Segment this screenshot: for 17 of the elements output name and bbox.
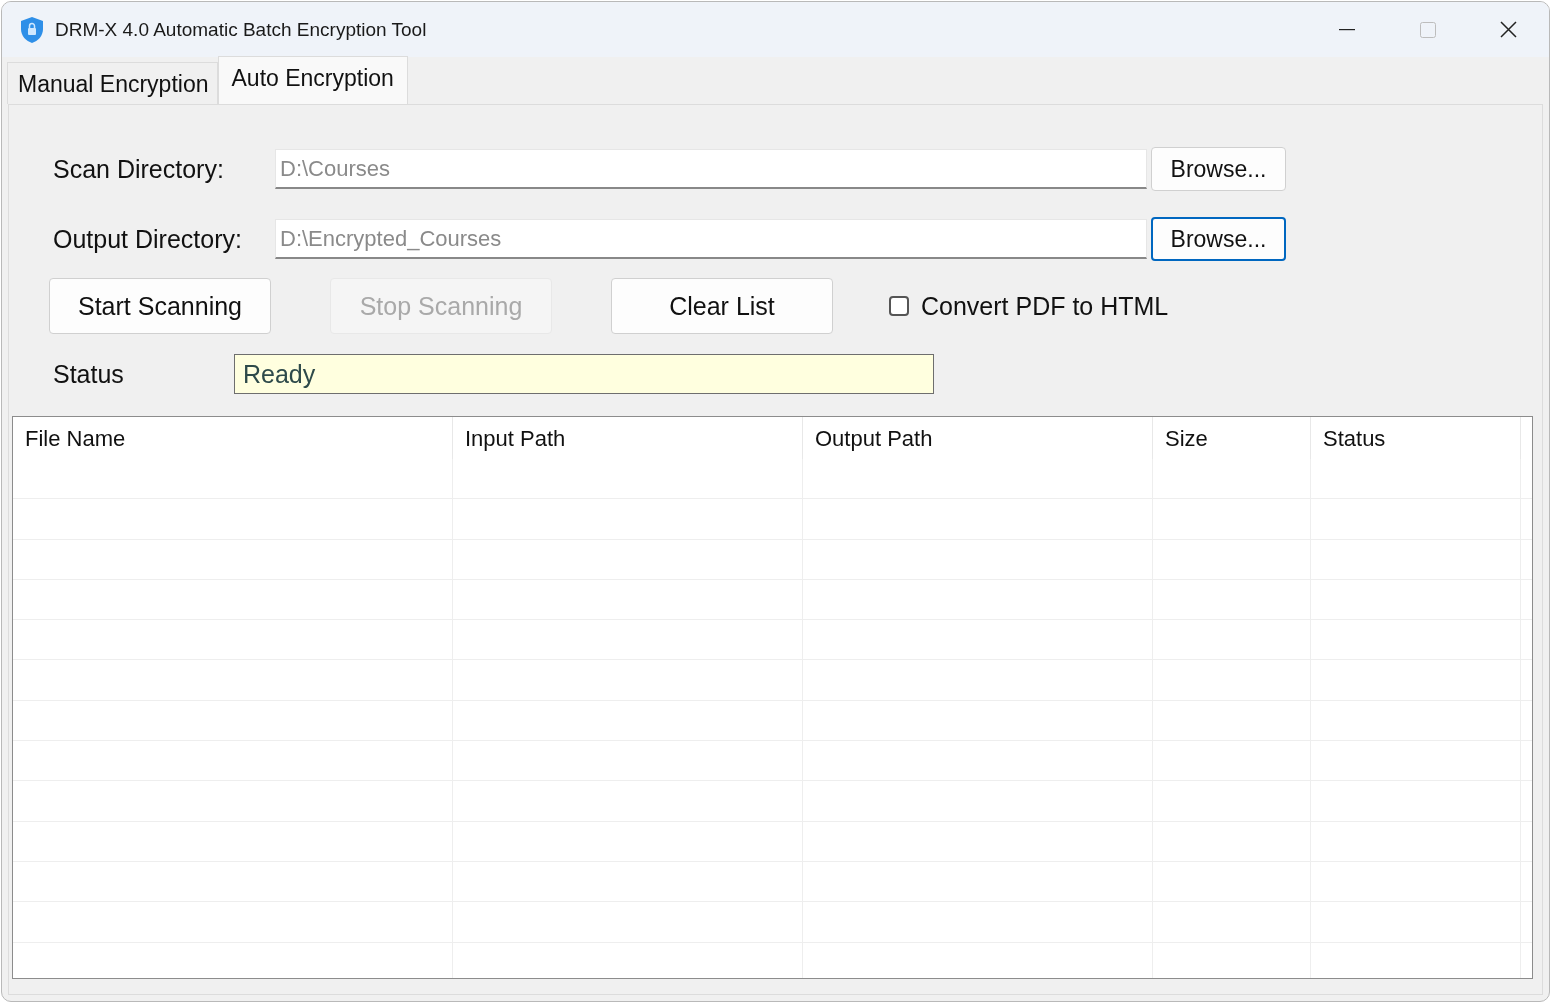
checkbox-label[interactable]: Convert PDF to HTML (921, 291, 1169, 321)
shield-icon (19, 15, 45, 44)
checkbox[interactable] (889, 296, 909, 316)
action-button[interactable]: Clear List (611, 278, 833, 334)
close-icon[interactable] (1500, 21, 1517, 38)
minimize-icon[interactable] (1338, 28, 1355, 31)
tab[interactable]: Manual Encryption (7, 62, 218, 104)
browse-button[interactable]: Browse... (1151, 147, 1286, 191)
field-label: Scan Directory: (52, 154, 225, 184)
tab[interactable]: Auto Encryption (217, 56, 408, 104)
status-label: Status (52, 359, 125, 389)
field-label: Output Directory: (52, 224, 243, 254)
window-title: DRM-X 4.0 Automatic Batch Encryption Tool (55, 18, 428, 41)
browse-button[interactable]: Browse... (1151, 217, 1286, 261)
directory-field[interactable]: D:\Courses (275, 149, 1147, 189)
status-field: Ready (234, 354, 934, 394)
action-button[interactable]: Start Scanning (49, 278, 271, 334)
